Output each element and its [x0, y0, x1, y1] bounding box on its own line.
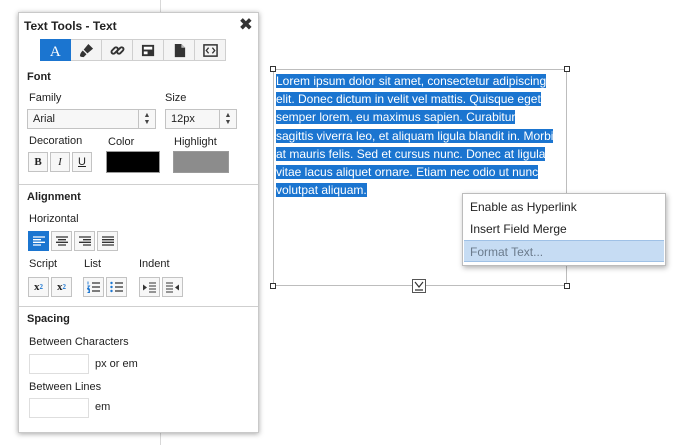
text-line: semper lorem, eu maximus sapien. Curabit…	[276, 110, 516, 125]
superscript-button[interactable]: x2	[28, 277, 49, 297]
align-justify-icon	[101, 236, 114, 246]
underline-button[interactable]: U	[72, 152, 92, 172]
text-font-icon: A	[50, 44, 61, 58]
bullet-list-button[interactable]	[106, 277, 127, 297]
menu-item-insert-field-merge[interactable]: Insert Field Merge	[464, 218, 664, 240]
code-source-icon	[202, 43, 218, 57]
font-size-value: 12px	[171, 113, 195, 125]
text-line: elit. Donec dictum in velit vel mattis. …	[276, 92, 541, 107]
resize-handle-bottom-right[interactable]	[564, 283, 570, 289]
indent-increase-icon	[143, 281, 156, 293]
text-line: vitae lacus aliquet ornare. Etiam nec od…	[276, 165, 539, 180]
decrease-indent-button[interactable]	[162, 277, 183, 297]
section-divider	[19, 184, 258, 185]
italic-button[interactable]: I	[50, 152, 70, 172]
highlight-label: Highlight	[174, 136, 217, 148]
tab-style[interactable]	[71, 39, 102, 61]
font-heading: Font	[27, 71, 51, 83]
size-label: Size	[165, 92, 187, 104]
subscript-mark: 2	[62, 283, 67, 291]
numbered-list-button[interactable]	[83, 277, 104, 297]
indent-decrease-icon	[166, 281, 179, 293]
context-menu: Enable as Hyperlink Insert Field Merge F…	[462, 193, 666, 266]
tab-source-code[interactable]	[195, 39, 226, 61]
align-justify-button[interactable]	[97, 231, 118, 251]
family-label: Family	[29, 92, 62, 104]
tab-link[interactable]	[102, 39, 133, 61]
tab-field-merge[interactable]	[133, 39, 164, 61]
field-merge-icon	[141, 44, 154, 56]
text-line: Lorem ipsum dolor sit amet, consectetur …	[276, 74, 547, 88]
link-icon	[110, 45, 124, 55]
bold-button[interactable]: B	[28, 152, 48, 172]
spacing-heading: Spacing	[27, 313, 70, 325]
em-unit: em	[95, 401, 111, 413]
close-icon[interactable]: ✖	[239, 15, 253, 35]
text-line: at mauris felis. Sed et cursus nunc. Don…	[276, 146, 546, 161]
numbered-list-icon	[87, 281, 100, 293]
subscript-button[interactable]: x2	[51, 277, 72, 297]
resize-handle-bottom-left[interactable]	[270, 283, 276, 289]
highlight-color-swatch[interactable]	[173, 151, 229, 173]
box-options-button[interactable]	[412, 279, 426, 293]
decoration-label: Decoration	[29, 135, 83, 147]
align-right-button[interactable]	[74, 231, 95, 251]
between-lines-label: Between Lines	[29, 381, 102, 393]
tool-tabs: A	[40, 39, 226, 61]
between-characters-label: Between Characters	[29, 336, 129, 348]
chevron-up-down-icon: ▲ ▼	[138, 110, 155, 128]
download-arrow-icon	[414, 281, 424, 291]
font-family-select[interactable]: Arial ▲ ▼	[27, 109, 156, 129]
chevron-up-down-icon: ▲ ▼	[219, 110, 236, 128]
font-size-select[interactable]: 12px ▲ ▼	[165, 109, 237, 129]
px-or-em-unit: px or em	[95, 358, 138, 370]
document-icon	[174, 43, 185, 57]
align-center-icon	[55, 236, 68, 246]
selected-body-text[interactable]: Lorem ipsum dolor sit amet, consectetur …	[276, 72, 566, 199]
paint-brush-icon	[79, 43, 93, 57]
font-family-value: Arial	[33, 113, 56, 125]
menu-item-format-text[interactable]: Format Text...	[464, 240, 664, 262]
section-divider	[19, 306, 258, 307]
script-label: Script	[29, 258, 58, 270]
increase-indent-button[interactable]	[139, 277, 160, 297]
indent-label: Indent	[139, 258, 170, 270]
align-right-icon	[78, 236, 91, 246]
between-lines-input[interactable]	[29, 398, 89, 418]
text-tools-panel: Text Tools - Text ✖ A Font Family Size A…	[18, 12, 259, 433]
list-label: List	[84, 258, 102, 270]
tab-text-font[interactable]: A	[40, 39, 71, 61]
svg-text:A: A	[50, 44, 61, 58]
text-color-swatch[interactable]	[106, 151, 160, 173]
alignment-heading: Alignment	[27, 191, 81, 203]
bullet-list-icon	[110, 281, 123, 293]
panel-title: Text Tools - Text	[24, 19, 117, 33]
color-label: Color	[108, 136, 135, 148]
align-left-button[interactable]	[28, 231, 49, 251]
tab-document[interactable]	[164, 39, 195, 61]
align-center-button[interactable]	[51, 231, 72, 251]
between-characters-input[interactable]	[29, 354, 89, 374]
superscript-mark: 2	[39, 283, 44, 291]
menu-item-enable-hyperlink[interactable]: Enable as Hyperlink	[464, 196, 664, 218]
align-left-icon	[32, 236, 45, 246]
text-line: sagittis viverra leo, et aliquam ligula …	[276, 128, 554, 143]
horizontal-label: Horizontal	[29, 213, 79, 225]
